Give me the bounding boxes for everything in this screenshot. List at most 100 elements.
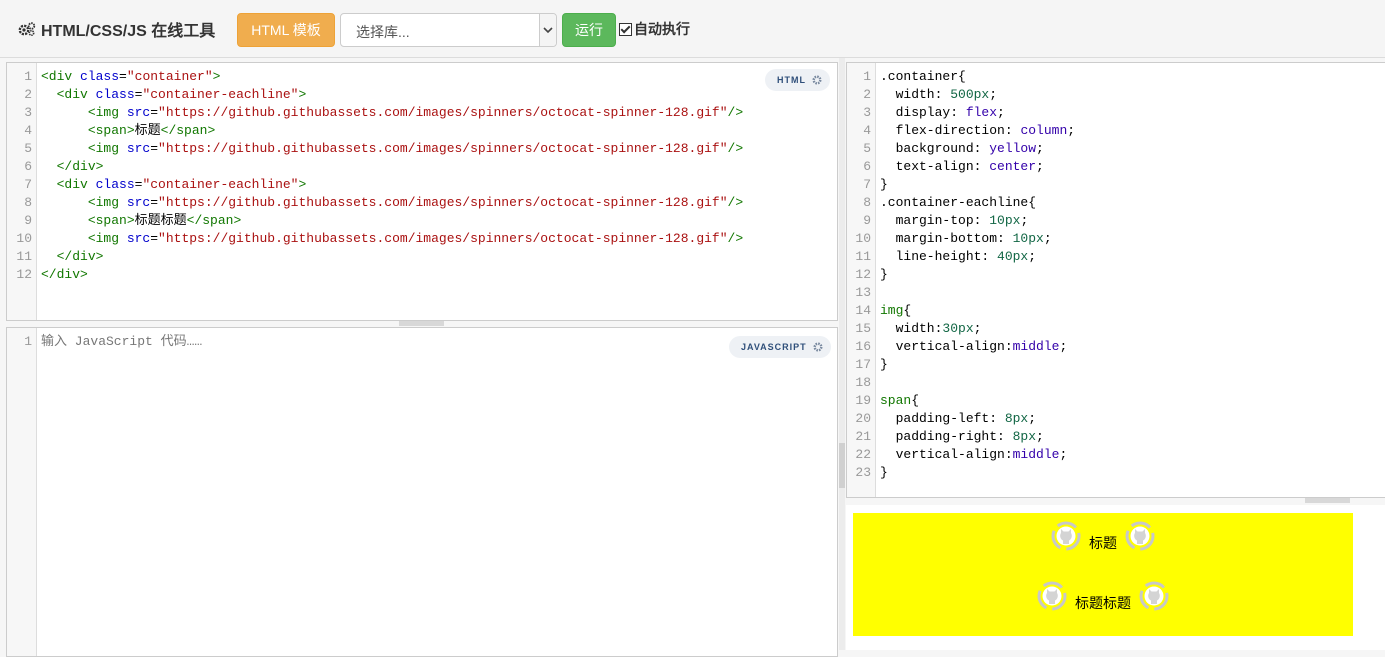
html-mode-badge[interactable]: HTML bbox=[765, 69, 830, 91]
css-line-number: 19 bbox=[855, 393, 871, 408]
html-line-numbers: 1 2 3 4 5 6 7 8 9 10 11 12 bbox=[7, 68, 32, 284]
css-line-number: 14 bbox=[855, 303, 871, 318]
css-editor-resize-handle[interactable] bbox=[1305, 498, 1350, 503]
css-line-number: 3 bbox=[863, 105, 871, 120]
html-code-line[interactable]: </div> bbox=[41, 248, 743, 266]
html-code-line[interactable]: <div class="container-eachline"> bbox=[41, 176, 743, 194]
css-code-line[interactable]: .container{ bbox=[880, 68, 1075, 86]
css-code-line[interactable]: background: yellow; bbox=[880, 140, 1075, 158]
html-line-number: 11 bbox=[16, 249, 32, 264]
css-line-number: 20 bbox=[855, 411, 871, 426]
js-placeholder[interactable]: 输入 JavaScript 代码…… bbox=[41, 333, 202, 351]
css-code-line[interactable]: vertical-align:middle; bbox=[880, 338, 1075, 356]
css-code-line[interactable]: padding-right: 8px; bbox=[880, 428, 1075, 446]
css-line-number: 13 bbox=[855, 285, 871, 300]
css-code-line[interactable]: width:30px; bbox=[880, 320, 1075, 338]
css-line-number: 9 bbox=[863, 213, 871, 228]
html-template-button[interactable]: HTML 模板 bbox=[237, 13, 335, 47]
html-code-line[interactable]: <img src="https://github.githubassets.co… bbox=[41, 230, 743, 248]
js-line-numbers: 1 bbox=[24, 334, 32, 349]
html-code-line[interactable]: <span>标题</span> bbox=[41, 122, 743, 140]
html-line-number: 6 bbox=[24, 159, 32, 174]
octocat-icon bbox=[1037, 581, 1067, 626]
css-code-line[interactable]: margin-bottom: 10px; bbox=[880, 230, 1075, 248]
css-editor[interactable]: 1 2 3 4 5 6 7 8 9 10 11 12 13 14 15 16 17 18 19 20 21 22 23 .c… bbox=[846, 62, 1385, 498]
html-code-line[interactable]: <img src="https://github.githubassets.co… bbox=[41, 140, 743, 158]
css-code-line[interactable]: flex-direction: column; bbox=[880, 122, 1075, 140]
js-mode-badge[interactable]: JAVASCRIPT bbox=[729, 336, 831, 358]
preview-eachline: 标题标题 bbox=[853, 581, 1353, 626]
css-code-line[interactable]: img{ bbox=[880, 302, 1075, 320]
html-line-number: 4 bbox=[24, 123, 32, 138]
run-button[interactable]: 运行 bbox=[562, 13, 616, 47]
library-select-placeholder: 选择库... bbox=[356, 24, 410, 40]
css-code-line[interactable]: } bbox=[880, 176, 1075, 194]
css-code-line[interactable]: } bbox=[880, 356, 1075, 374]
css-line-number: 22 bbox=[855, 447, 871, 462]
css-code-line[interactable]: span{ bbox=[880, 392, 1075, 410]
css-code-line[interactable]: display: flex; bbox=[880, 104, 1075, 122]
html-mode-label: HTML bbox=[777, 75, 806, 85]
html-code-line[interactable]: <img src="https://github.githubassets.co… bbox=[41, 194, 743, 212]
css-line-number: 18 bbox=[855, 375, 871, 390]
html-line-number: 1 bbox=[24, 69, 32, 84]
app-title-text: HTML/CSS/JS 在线工具 bbox=[41, 23, 216, 40]
css-code-line[interactable]: padding-left: 8px; bbox=[880, 410, 1075, 428]
app-title: HTML/CSS/JS 在线工具 bbox=[18, 18, 215, 40]
css-code-line[interactable]: text-align: center; bbox=[880, 158, 1075, 176]
css-code-line[interactable] bbox=[880, 284, 1075, 302]
css-code-line[interactable]: margin-top: 10px; bbox=[880, 212, 1075, 230]
css-line-number: 7 bbox=[863, 177, 871, 192]
css-code-line[interactable]: line-height: 40px; bbox=[880, 248, 1075, 266]
vertical-splitter-handle[interactable] bbox=[839, 443, 845, 488]
preview-title: 标题 bbox=[1089, 535, 1117, 551]
html-line-number: 5 bbox=[24, 141, 32, 156]
css-line-number: 12 bbox=[855, 267, 871, 282]
gear-icon[interactable] bbox=[812, 75, 822, 85]
html-code-line[interactable]: </div> bbox=[41, 158, 743, 176]
css-code-line[interactable]: } bbox=[880, 464, 1075, 482]
octocat-icon bbox=[1139, 581, 1169, 626]
css-line-number: 17 bbox=[855, 357, 871, 372]
html-line-number: 12 bbox=[16, 267, 32, 282]
css-code-line[interactable]: .container-eachline{ bbox=[880, 194, 1075, 212]
preview-title: 标题标题 bbox=[1075, 595, 1131, 611]
css-code-line[interactable]: } bbox=[880, 266, 1075, 284]
octocat-icon bbox=[1051, 521, 1081, 566]
html-code-line[interactable]: <img src="https://github.githubassets.co… bbox=[41, 104, 743, 122]
html-line-number: 2 bbox=[24, 87, 32, 102]
html-code-line[interactable]: <div class="container"> bbox=[41, 68, 743, 86]
js-editor[interactable]: 1 输入 JavaScript 代码…… JAVASCRIPT bbox=[6, 327, 838, 657]
css-line-number: 10 bbox=[855, 231, 871, 246]
css-line-number: 1 bbox=[863, 69, 871, 84]
css-line-number: 8 bbox=[863, 195, 871, 210]
html-editor[interactable]: 1 2 3 4 5 6 7 8 9 10 11 12 <div class="container"> … bbox=[6, 62, 838, 321]
js-mode-label: JAVASCRIPT bbox=[741, 342, 807, 352]
html-code-line[interactable]: <span>标题标题</span> bbox=[41, 212, 743, 230]
html-line-number: 8 bbox=[24, 195, 32, 210]
css-code-line[interactable] bbox=[880, 374, 1075, 392]
html-code-line[interactable]: </div> bbox=[41, 266, 743, 284]
html-line-number: 3 bbox=[24, 105, 32, 120]
chevron-down-icon[interactable] bbox=[539, 14, 556, 46]
auto-run-toggle[interactable]: 自动执行 bbox=[619, 19, 690, 39]
css-line-number: 15 bbox=[855, 321, 871, 336]
html-editor-resize-handle[interactable] bbox=[399, 321, 444, 326]
html-line-number: 9 bbox=[24, 213, 32, 228]
css-line-numbers: 1 2 3 4 5 6 7 8 9 10 11 12 13 14 15 16 17 18 19 20 21 22 23 bbox=[847, 68, 871, 482]
js-editor-gutter bbox=[7, 328, 37, 656]
css-line-number: 21 bbox=[855, 429, 871, 444]
library-select[interactable]: 选择库... bbox=[340, 13, 557, 47]
auto-run-label: 自动执行 bbox=[634, 21, 690, 37]
css-line-number: 16 bbox=[855, 339, 871, 354]
css-line-number: 11 bbox=[855, 249, 871, 264]
html-line-number: 7 bbox=[24, 177, 32, 192]
vertical-splitter[interactable] bbox=[839, 58, 845, 650]
auto-run-checkbox[interactable] bbox=[619, 22, 632, 36]
html-code-line[interactable]: <div class="container-eachline"> bbox=[41, 86, 743, 104]
html-code[interactable]: <div class="container"> <div class="cont… bbox=[41, 68, 743, 284]
css-code-line[interactable]: vertical-align:middle; bbox=[880, 446, 1075, 464]
gear-icon[interactable] bbox=[813, 342, 823, 352]
css-code[interactable]: .container{ width: 500px; display: flex;… bbox=[880, 68, 1075, 482]
css-code-line[interactable]: width: 500px; bbox=[880, 86, 1075, 104]
